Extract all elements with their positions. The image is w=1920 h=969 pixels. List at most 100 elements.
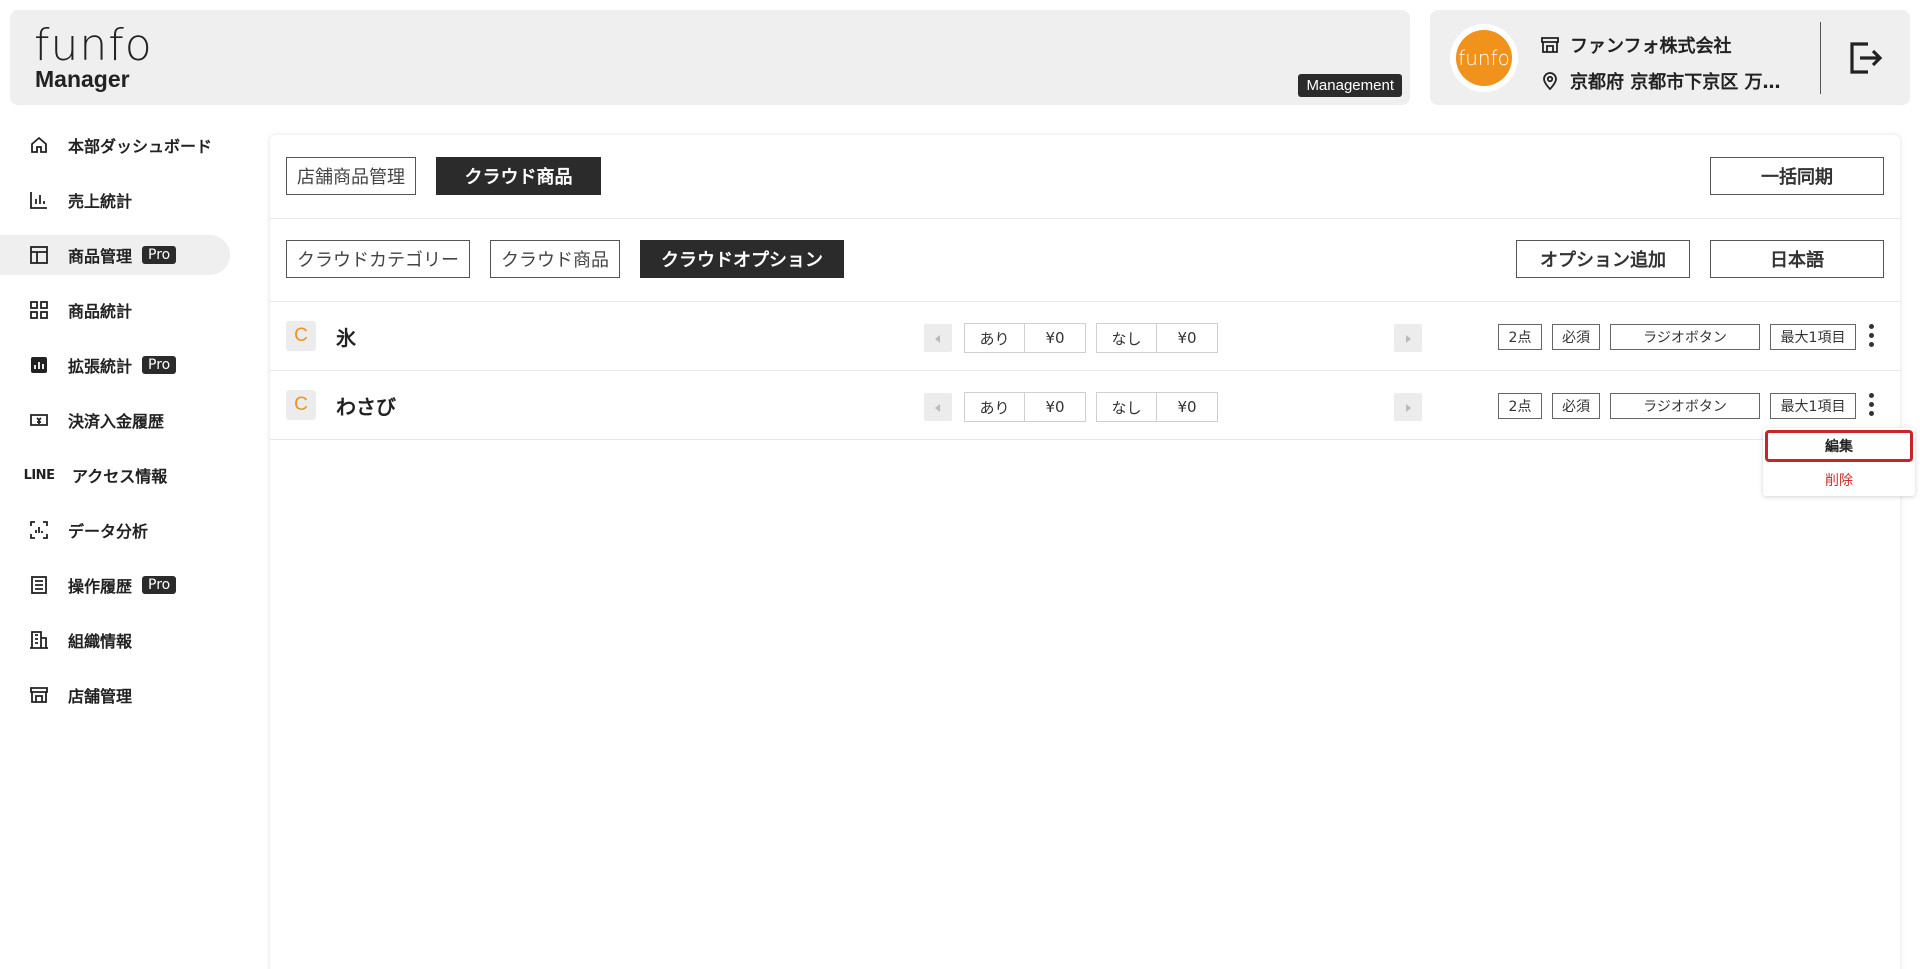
sidebar-item-operation-history[interactable]: 操作履歴 Pro	[0, 565, 240, 605]
input-type-tag: ラジオボタン	[1610, 324, 1760, 350]
row-context-menu: 編集 削除	[1763, 428, 1915, 496]
brand-header: funfo Manager Management	[10, 10, 1410, 105]
tab-cloud-category[interactable]: クラウドカテゴリー	[286, 240, 470, 278]
choice-label: なし	[1097, 324, 1157, 352]
max-select-tag: 最大1項目	[1770, 324, 1856, 350]
tab-cloud-options[interactable]: クラウドオプション	[640, 240, 844, 278]
sidebar-item-payment-history[interactable]: 決済入金履歴	[0, 400, 240, 440]
choice-label: なし	[1097, 393, 1157, 421]
add-option-button[interactable]: オプション追加	[1516, 240, 1690, 278]
choice-price: ¥0	[1177, 398, 1197, 416]
pro-badge: Pro	[142, 576, 177, 594]
required-tag: 必須	[1552, 324, 1600, 350]
divider	[270, 439, 1900, 440]
payment-icon	[28, 409, 50, 431]
choice-label: あり	[965, 393, 1025, 421]
sidebar-item-label: 操作履歴	[68, 577, 133, 596]
tab-store-products[interactable]: 店舗商品管理	[286, 157, 416, 195]
choice-price: ¥0	[1045, 329, 1065, 347]
pro-badge: Pro	[142, 356, 177, 374]
address-row: 京都府 京都市下京区 万…	[1540, 68, 1781, 94]
mode-badge: Management	[1298, 74, 1402, 97]
bar-chart-icon	[28, 189, 50, 211]
pro-badge: Pro	[142, 246, 177, 264]
company-row: ファンフォ株式会社	[1540, 32, 1731, 58]
sidebar-item-label: データ分析	[68, 522, 149, 541]
option-row[interactable]: C 氷 あり ¥0 なし ¥0 2点 必須 ラジオボタン 最大1項目	[270, 302, 1900, 370]
account-card: funfo ファンフォ株式会社 京都府 京都市下京区 万…	[1430, 10, 1910, 105]
caret-right-icon	[1403, 329, 1413, 348]
line-logo-icon: LINE	[23, 467, 55, 483]
count-tag: 2点	[1498, 393, 1542, 419]
more-menu-button[interactable]	[1866, 324, 1876, 352]
logo-main-text: funfo	[34, 20, 153, 71]
logout-button[interactable]	[1844, 38, 1884, 78]
scroll-left-button[interactable]	[924, 324, 952, 352]
list-icon	[28, 574, 50, 596]
sidebar-item-extended-stats[interactable]: 拡張統計 Pro	[0, 345, 240, 385]
sidebar-item-label: 商品管理	[68, 247, 133, 266]
delete-menu-item[interactable]: 削除	[1763, 466, 1915, 494]
count-tag: 2点	[1498, 324, 1542, 350]
option-badge: C	[286, 390, 316, 420]
choice-chip[interactable]: なし ¥0	[1096, 392, 1218, 422]
max-select-tag: 最大1項目	[1770, 393, 1856, 419]
sidebar-nav: 本部ダッシュボード 売上統計 商品管理 Pro 商品統計 拡張統計 Pro 決済…	[0, 125, 240, 730]
sidebar-item-label: 商品統計	[68, 302, 133, 321]
home-icon	[28, 134, 50, 156]
store-icon	[28, 684, 50, 706]
edit-menu-item[interactable]: 編集	[1765, 430, 1913, 462]
avatar[interactable]: funfo	[1450, 24, 1518, 92]
choice-price: ¥0	[1177, 329, 1197, 347]
sidebar-item-product-management[interactable]: 商品管理 Pro	[0, 235, 230, 275]
caret-right-icon	[1403, 398, 1413, 417]
sidebar-item-access-info[interactable]: LINE アクセス情報	[0, 455, 240, 495]
more-menu-button[interactable]	[1866, 393, 1876, 421]
sidebar-item-dashboard[interactable]: 本部ダッシュボード	[0, 125, 240, 165]
sidebar-item-organization[interactable]: 組織情報	[0, 620, 240, 660]
tab-cloud-products-sub[interactable]: クラウド商品	[490, 240, 620, 278]
caret-left-icon	[933, 398, 943, 417]
scan-chart-icon	[28, 519, 50, 541]
analytics-icon	[28, 354, 50, 376]
store-icon	[1540, 35, 1560, 55]
sidebar-item-label: 店舗管理	[68, 687, 133, 706]
sidebar-item-label: 拡張統計	[68, 357, 133, 376]
input-type-tag: ラジオボタン	[1610, 393, 1760, 419]
option-row[interactable]: C わさび あり ¥0 なし ¥0 2点 必須 ラジオボタン 最大1項目	[270, 371, 1900, 439]
logout-icon	[1844, 42, 1884, 82]
company-name: ファンフォ株式会社	[1570, 36, 1732, 57]
sidebar-item-label: 決済入金履歴	[68, 412, 165, 431]
language-select[interactable]: 日本語	[1710, 240, 1884, 278]
kebab-icon	[1866, 324, 1876, 347]
required-tag: 必須	[1552, 393, 1600, 419]
option-badge: C	[286, 321, 316, 351]
scroll-left-button[interactable]	[924, 393, 952, 421]
funfo-logo[interactable]: funfo Manager	[34, 24, 153, 93]
bulk-sync-button[interactable]: 一括同期	[1710, 157, 1884, 195]
choice-chip[interactable]: なし ¥0	[1096, 323, 1218, 353]
sub-tab-row: クラウドカテゴリー クラウド商品 クラウドオプション オプション追加 日本語	[286, 240, 1884, 280]
main-content: 店舗商品管理 クラウド商品 一括同期 クラウドカテゴリー クラウド商品 クラウド…	[270, 135, 1900, 969]
option-name: わさび	[336, 395, 396, 419]
grid-icon	[28, 299, 50, 321]
choice-chip[interactable]: あり ¥0	[964, 323, 1086, 353]
sidebar-item-sales-stats[interactable]: 売上統計	[0, 180, 240, 220]
sidebar-item-product-stats[interactable]: 商品統計	[0, 290, 240, 330]
location-pin-icon	[1540, 71, 1560, 91]
sidebar-item-store-management[interactable]: 店舗管理	[0, 675, 240, 715]
sidebar-item-data-analysis[interactable]: データ分析	[0, 510, 240, 550]
sidebar-item-label: 組織情報	[68, 632, 133, 651]
store-address: 京都府 京都市下京区 万…	[1570, 72, 1781, 93]
kebab-icon	[1866, 393, 1876, 416]
option-name: 氷	[336, 326, 356, 350]
avatar-logo: funfo	[1456, 30, 1512, 86]
tab-cloud-products[interactable]: クラウド商品	[436, 157, 601, 195]
sidebar-item-label: 売上統計	[68, 192, 133, 211]
choice-chip[interactable]: あり ¥0	[964, 392, 1086, 422]
sidebar-item-label: 本部ダッシュボード	[68, 137, 213, 156]
app-root: funfo Manager Management funfo ファンフォ株式会社…	[0, 0, 1920, 969]
choice-label: あり	[965, 324, 1025, 352]
scroll-right-button[interactable]	[1394, 324, 1422, 352]
scroll-right-button[interactable]	[1394, 393, 1422, 421]
